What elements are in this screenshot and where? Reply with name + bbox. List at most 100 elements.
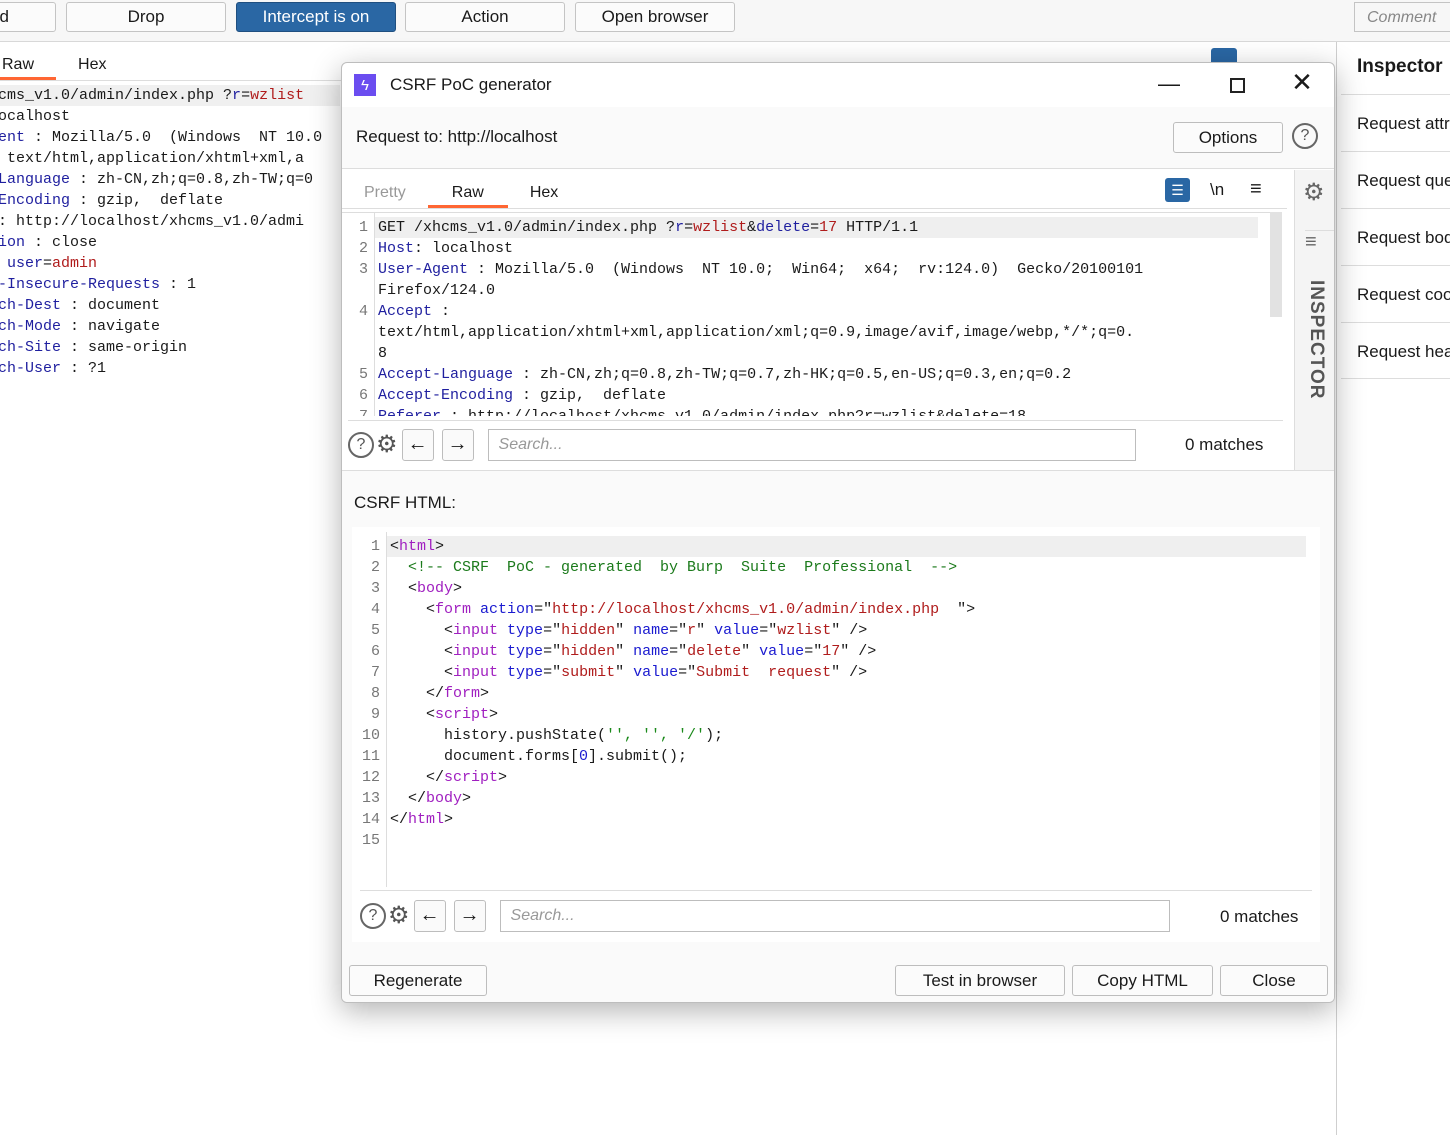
gear-icon[interactable]: ⚙: [388, 901, 410, 930]
comment-input[interactable]: Comment: [1354, 2, 1450, 32]
code-line: </form>: [390, 683, 489, 704]
inspector-title: Inspector: [1357, 56, 1443, 77]
code-token: : same-origin: [61, 339, 188, 356]
html-search-bar: ? ⚙ ← → Search... 0 matches: [360, 890, 1312, 934]
intercept-toggle-button[interactable]: Intercept is on: [236, 2, 396, 32]
tab-pretty[interactable]: Pretty: [342, 178, 428, 208]
code-token: wzlist: [777, 622, 832, 639]
csrf-html-code[interactable]: 1 <html> 2 <!-- CSRF PoC - generated by Bu…: [352, 532, 1320, 887]
search-help-icon[interactable]: ?: [360, 902, 386, 929]
help-icon[interactable]: ?: [1292, 123, 1318, 149]
test-in-browser-button[interactable]: Test in browser: [895, 965, 1065, 996]
request-search-bar: ? ⚙ ← → Search... 0 matches: [348, 420, 1283, 464]
code-token: admin: [52, 255, 98, 272]
code-line: GET /xhcms_v1.0/admin/index.php ?r=wzlis…: [378, 217, 918, 238]
code-token: wzlist: [250, 87, 305, 104]
code-token: =: [241, 87, 251, 104]
code-token: user: [7, 255, 44, 272]
code-token: >: [435, 538, 445, 555]
inspector-panel: Inspector Request attributes Request que…: [1336, 42, 1450, 1135]
inspector-row-query[interactable]: Request query parameters: [1341, 151, 1450, 208]
settings-icon[interactable]: ⚙: [1303, 178, 1325, 207]
drop-button[interactable]: Drop: [66, 2, 226, 32]
open-browser-button[interactable]: Open browser: [575, 2, 735, 32]
tab-raw[interactable]: Raw: [427, 178, 508, 208]
previous-match-button[interactable]: ←: [413, 899, 446, 932]
code-token: : localhost: [414, 240, 514, 257]
code-token: html: [399, 538, 436, 555]
tab-hex[interactable]: Hex: [508, 178, 580, 208]
code-token: <: [390, 706, 436, 723]
code-token: : http://localhost/xhcms_v1.0/admin/inde…: [441, 408, 1026, 416]
code-token: ": [615, 643, 634, 660]
maximize-icon[interactable]: [1222, 72, 1252, 93]
code-line: <html>: [390, 536, 444, 557]
proxy-toolbar: d Drop Intercept is on Action Open brows…: [0, 0, 1450, 42]
code-token: : Mozilla/5.0 (Windows NT 10.0; Win64; x…: [468, 261, 1144, 278]
tab-hex[interactable]: Hex: [56, 50, 128, 80]
line-number: 7: [342, 406, 368, 416]
filter-icon[interactable]: ≡: [1305, 230, 1334, 254]
copy-html-button[interactable]: Copy HTML: [1072, 965, 1213, 996]
code-token: name: [633, 643, 670, 660]
forward-button[interactable]: d: [0, 2, 56, 32]
code-token: =": [669, 643, 688, 660]
burp-logo-icon: ϟ: [354, 74, 376, 96]
menu-icon[interactable]: ≡: [1250, 178, 1262, 201]
code-token: : 1: [160, 276, 197, 293]
code-token: =: [43, 255, 53, 272]
code-line: ent : Mozilla/5.0 (Windows NT 10.0: [0, 127, 322, 148]
code-token: '', '', '/': [606, 727, 706, 744]
inspector-toggle[interactable]: INSPECTOR: [1305, 280, 1327, 400]
code-token: HTTP/1.1: [837, 219, 919, 236]
wrap-lines-icon[interactable]: ☰: [1165, 178, 1190, 202]
gear-icon[interactable]: ⚙: [376, 430, 398, 459]
code-token: <: [390, 580, 418, 597]
close-icon[interactable]: ✕: [1287, 67, 1317, 98]
code-token: </: [390, 811, 409, 828]
next-match-button[interactable]: →: [453, 899, 486, 932]
request-to-bar: Request to: http://localhost Options ?: [342, 107, 1334, 169]
dialog-title: CSRF PoC generator: [390, 75, 552, 94]
action-button[interactable]: Action: [405, 2, 565, 32]
code-token: type: [507, 664, 544, 681]
code-line: document.forms[0].submit();: [390, 746, 687, 767]
code-line: ocalhost: [0, 106, 70, 127]
html-search-input[interactable]: Search...: [499, 899, 1170, 932]
code-token: " />: [831, 622, 868, 639]
line-number: 8: [370, 685, 380, 702]
tab-raw[interactable]: Raw: [0, 50, 57, 80]
code-line: -Insecure-Requests : 1: [0, 274, 196, 295]
request-code[interactable]: 1 GET /xhcms_v1.0/admin/index.php ?r=wzli…: [342, 212, 1272, 416]
code-token: <!-- CSRF PoC - generated by Burp Suite …: [390, 559, 958, 576]
code-token: >: [489, 706, 499, 723]
request-search-input[interactable]: Search...: [487, 428, 1136, 461]
search-help-icon[interactable]: ?: [348, 431, 374, 458]
close-button[interactable]: Close: [1220, 965, 1328, 996]
code-line: 8: [378, 343, 387, 364]
code-token: <: [390, 538, 400, 555]
code-token: : close: [25, 234, 98, 251]
code-token: delete: [687, 643, 742, 660]
inspector-row-attributes[interactable]: Request attributes: [1341, 94, 1450, 151]
code-token: User-Agent: [378, 261, 469, 278]
code-line: ion : close: [0, 232, 97, 253]
code-token: Host: [378, 240, 415, 257]
inspector-row-cookies[interactable]: Request cookies: [1341, 265, 1450, 322]
code-token: :: [432, 303, 451, 320]
inspector-row-body[interactable]: Request body parameters: [1341, 208, 1450, 265]
minimize-icon[interactable]: —: [1154, 71, 1184, 97]
code-token: : document: [61, 297, 161, 314]
inspector-row-headers[interactable]: Request headers: [1341, 322, 1450, 379]
options-button[interactable]: Options: [1173, 122, 1283, 153]
code-token: <: [390, 622, 454, 639]
regenerate-button[interactable]: Regenerate: [349, 965, 487, 996]
left-request-text[interactable]: cms_v1.0/admin/index.php ?r=wzlist ocalho…: [0, 85, 340, 425]
newline-toggle[interactable]: \n: [1210, 180, 1224, 200]
next-match-button[interactable]: →: [441, 428, 474, 461]
code-token: &: [747, 219, 757, 236]
previous-match-button[interactable]: ←: [401, 428, 434, 461]
scrollbar[interactable]: [1270, 212, 1282, 317]
code-line: <input type="submit" value="Submit reque…: [390, 662, 867, 683]
